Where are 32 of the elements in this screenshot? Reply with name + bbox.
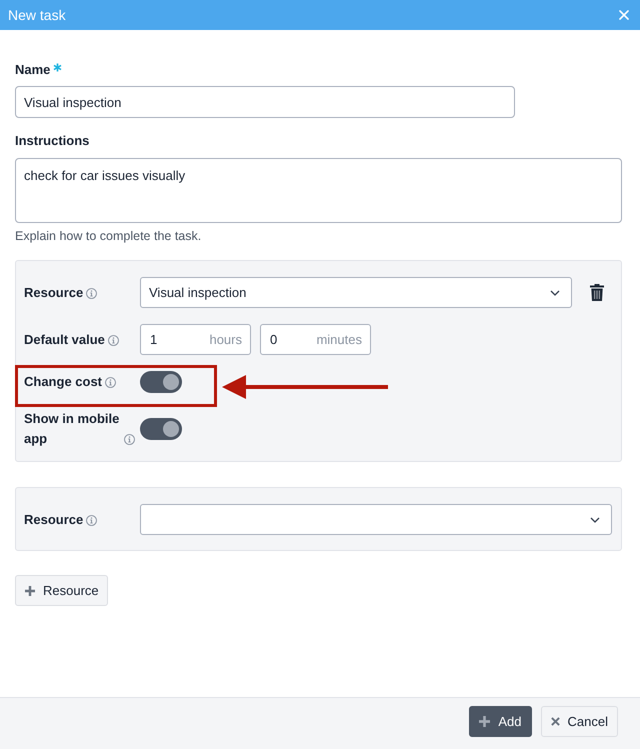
help-text: Explain how to complete the task. bbox=[15, 228, 202, 244]
instructions-textarea[interactable]: check for car issues visually bbox=[15, 158, 622, 223]
plus-icon bbox=[479, 716, 490, 727]
info-icon bbox=[124, 434, 135, 445]
info-icon bbox=[108, 334, 119, 346]
trash-icon bbox=[590, 284, 604, 301]
field-label: Resource bbox=[24, 284, 84, 302]
add-resource-button[interactable]: Resource bbox=[15, 575, 108, 606]
toggle-switch[interactable] bbox=[140, 418, 182, 440]
duration-field[interactable]: 0 minutes bbox=[260, 324, 371, 355]
info-icon bbox=[86, 288, 98, 298]
chevron-down-icon bbox=[590, 516, 600, 522]
info-icon bbox=[86, 514, 98, 526]
info-icon bbox=[105, 377, 116, 388]
field-label: Resource bbox=[24, 510, 84, 528]
duration-field[interactable]: 1 hours bbox=[140, 324, 251, 355]
close-icon bbox=[550, 717, 560, 726]
cancel-button[interactable]: Cancel bbox=[540, 706, 618, 737]
close-button[interactable] bbox=[619, 10, 629, 20]
field-label: Default value bbox=[24, 330, 105, 348]
add-button[interactable]: Add bbox=[469, 706, 532, 737]
field-label: Name bbox=[15, 62, 50, 78]
chevron-down-icon bbox=[550, 290, 560, 296]
resource-select[interactable]: Visual inspection bbox=[140, 277, 572, 308]
toggle-switch[interactable] bbox=[140, 371, 182, 393]
name-input[interactable]: Visual inspection bbox=[15, 86, 515, 118]
field-label: Instructions bbox=[15, 133, 90, 149]
field-label: Change cost bbox=[24, 373, 102, 391]
close-icon bbox=[619, 10, 629, 20]
plus-icon bbox=[25, 586, 35, 596]
field-label: Show in mobile app bbox=[24, 410, 120, 448]
dialog-title: New task bbox=[8, 7, 66, 23]
